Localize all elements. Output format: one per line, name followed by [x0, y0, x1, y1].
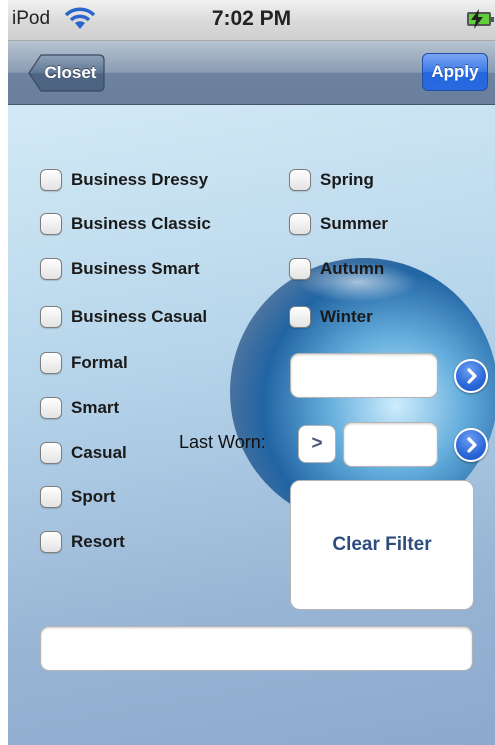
checkbox-box[interactable] [40, 213, 62, 235]
filter-text-field[interactable] [290, 353, 438, 398]
checkbox-box[interactable] [40, 258, 62, 280]
back-button-label: Closet [44, 63, 97, 82]
style-checkbox[interactable]: Formal [40, 349, 128, 377]
last-worn-label: Last Worn: [179, 432, 266, 452]
style-checkbox[interactable]: Casual [40, 439, 127, 467]
checkbox-box[interactable] [40, 397, 62, 419]
last-worn-operator-button[interactable]: > [298, 425, 336, 463]
checkbox-label: Business Dressy [71, 170, 209, 189]
season-checkbox[interactable]: Winter [289, 303, 373, 331]
filter-disclosure-button[interactable] [454, 359, 488, 393]
checkbox-label: Summer [320, 214, 389, 233]
checkbox-label: Autumn [320, 259, 385, 278]
checkbox-label: Spring [320, 170, 374, 189]
checkbox-box[interactable] [289, 213, 311, 235]
checkbox-label: Business Smart [71, 259, 200, 278]
checkbox-label: Sport [71, 487, 116, 506]
season-checkbox[interactable]: Autumn [289, 255, 384, 283]
charging-icon [471, 9, 483, 29]
chevron-right-icon [467, 368, 477, 384]
checkbox-box[interactable] [289, 306, 311, 328]
checkbox-box[interactable] [289, 258, 311, 280]
checkbox-box[interactable] [40, 169, 62, 191]
style-checkbox[interactable]: Sport [40, 483, 115, 511]
chevron-right-icon [467, 437, 477, 453]
style-checkbox[interactable]: Smart [40, 394, 119, 422]
checkbox-box[interactable] [40, 306, 62, 328]
season-checkbox[interactable]: Summer [289, 210, 388, 238]
style-checkbox[interactable]: Business Casual [40, 303, 207, 331]
style-checkbox[interactable]: Business Dressy [40, 166, 208, 194]
checkbox-box[interactable] [40, 486, 62, 508]
checkbox-label: Casual [71, 443, 127, 462]
checkbox-label: Business Classic [71, 214, 211, 233]
style-checkbox[interactable]: Business Smart [40, 255, 200, 283]
checkbox-label: Winter [320, 307, 373, 326]
style-checkbox[interactable]: Resort [40, 528, 125, 556]
checkbox-box[interactable] [289, 169, 311, 191]
checkbox-box[interactable] [40, 442, 62, 464]
season-checkbox[interactable]: Spring [289, 166, 374, 194]
checkbox-label: Smart [71, 398, 120, 417]
checkbox-label: Formal [71, 353, 128, 372]
style-checkbox[interactable]: Business Classic [40, 210, 211, 238]
bottom-text-field[interactable] [40, 626, 473, 671]
clock: 7:02 PM [211, 7, 292, 30]
last-worn-disclosure-button[interactable] [454, 428, 488, 462]
back-button[interactable]: Closet [28, 54, 105, 92]
last-worn-field[interactable] [343, 422, 438, 467]
app-screen: iPod 7:02 PM Closet Apply Business Dress… [8, 0, 495, 745]
checkbox-label: Resort [71, 532, 125, 551]
checkbox-label: Business Casual [71, 307, 208, 326]
checkbox-box[interactable] [40, 531, 62, 553]
apply-button[interactable]: Apply [422, 53, 488, 91]
navigation-bar: Closet Apply [8, 41, 495, 105]
status-bar: iPod 7:02 PM [8, 0, 495, 41]
clear-filter-button[interactable]: Clear Filter [290, 480, 474, 610]
checkbox-box[interactable] [40, 352, 62, 374]
